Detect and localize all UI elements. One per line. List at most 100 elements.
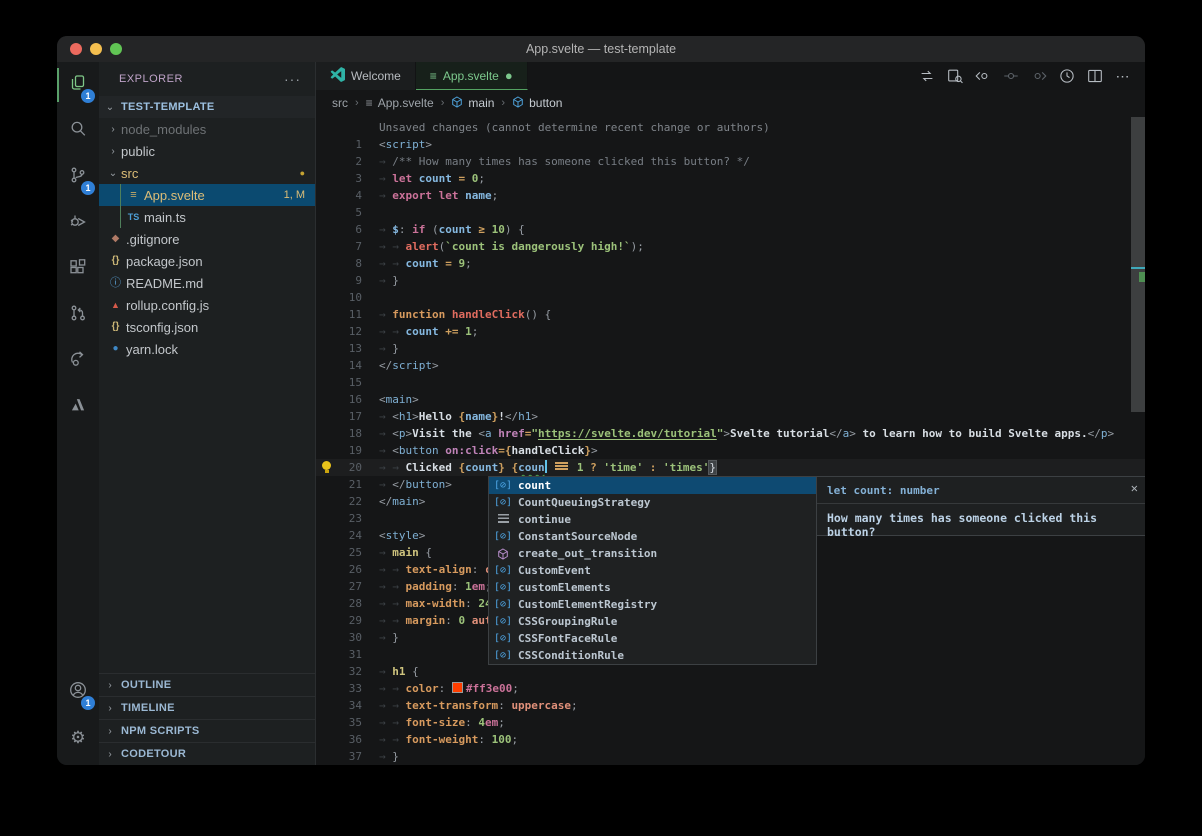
activity-bar-pull-requests[interactable] [57,292,99,338]
suggestion-create_out_transition[interactable]: create_out_transition [489,545,816,562]
minimize-window-button[interactable] [90,43,102,55]
code-line-2[interactable]: 2→/** How many times has someone clicked… [316,153,1145,170]
open-changes-icon[interactable] [915,64,939,88]
code-line-33[interactable]: 33→→color: #ff3e00; [316,680,1145,697]
activity-bar-explorer[interactable]: 1 [57,62,99,108]
activity-bar-extensions[interactable] [57,246,99,292]
chevron-right-icon: › [103,726,117,737]
code-line-9[interactable]: 9→} [316,272,1145,289]
suggestion-cssconditionrule[interactable]: [⊘]CSSConditionRule [489,647,816,664]
next-change-icon[interactable] [1027,64,1051,88]
code-line-18[interactable]: 18→<p>Visit the <a href="https://svelte.… [316,425,1145,442]
activity-bar-azure[interactable] [57,384,99,430]
code-line-13[interactable]: 13→} [316,340,1145,357]
activity-bar-source-control[interactable]: 1 [57,154,99,200]
code-line-32[interactable]: 32→h1 { [316,663,1145,680]
code-line-20[interactable]: 20→→Clicked {count} {coun 1 ? 'time' : '… [316,459,1145,476]
file-app-svelte[interactable]: ≡App.svelte1, M [99,184,315,206]
section-outline[interactable]: ›OUTLINE [99,673,315,696]
vertical-scrollbar[interactable] [1131,116,1145,765]
code-line-3[interactable]: 3→let count = 0; [316,170,1145,187]
line-number: 5 [338,204,362,221]
tab-app-svelte[interactable]: ≡App.svelte● [416,62,528,90]
breadcrumb-main[interactable]: main [451,96,494,111]
code-line-12[interactable]: 12→→count += 1; [316,323,1145,340]
activity-bar-search[interactable] [57,108,99,154]
line-number: 4 [338,187,362,204]
line-number: 19 [338,442,362,459]
code-line-1[interactable]: 1<script> [316,136,1145,153]
lightbulb-icon[interactable] [322,461,331,470]
section-codetour[interactable]: ›CODETOUR [99,742,315,765]
screen: App.svelte — test-template 11 1⚙ EXPLORE… [0,0,1202,836]
code-line-37[interactable]: 37→} [316,748,1145,765]
title-bar[interactable]: App.svelte — test-template [57,36,1145,62]
suggestion-countqueuingstrategy[interactable]: [⊘]CountQueuingStrategy [489,494,816,511]
symbol-variable-icon: [⊘] [493,565,513,576]
code-line-7[interactable]: 7→→alert(`count is dangerously high!`); [316,238,1145,255]
code-line-6[interactable]: 6→$: if (count ≥ 10) { [316,221,1145,238]
more-actions-icon[interactable]: ⋯ [1111,64,1135,88]
code-line-11[interactable]: 11→function handleClick() { [316,306,1145,323]
zoom-window-button[interactable] [110,43,122,55]
suggestion-continue[interactable]: continue [489,511,816,528]
file-readme-md[interactable]: ⓘREADME.md [99,272,315,294]
activity-bar-live-share[interactable] [57,338,99,384]
breadcrumb-app-svelte[interactable]: ≡App.svelte [366,96,434,110]
code-line-19[interactable]: 19→<button on:click={handleClick}> [316,442,1145,459]
split-editor-icon[interactable] [1083,64,1107,88]
line-number: 6 [338,221,362,238]
file-yarn-lock[interactable]: ●yarn.lock [99,338,315,360]
code-line-10[interactable]: 10 [316,289,1145,306]
code-line-16[interactable]: 16<main> [316,391,1145,408]
code-line-4[interactable]: 4→export let name; [316,187,1145,204]
code-line-17[interactable]: 17→<h1>Hello {name}!</h1> [316,408,1145,425]
file-public[interactable]: ›public [99,140,315,162]
workspace-section-header[interactable]: ⌄ TEST-TEMPLATE [99,96,315,118]
file-node-modules[interactable]: ›node_modules [99,118,315,140]
activity-bar-settings[interactable]: ⚙ [57,715,99,761]
breadcrumb-separator: › [355,97,359,109]
breadcrumb-src[interactable]: src [332,96,348,110]
section-npm-scripts[interactable]: ›NPM SCRIPTS [99,719,315,742]
file-main-ts[interactable]: TSmain.ts [99,206,315,228]
breadcrumb-button[interactable]: button [512,96,562,111]
code-editor[interactable]: Unsaved changes (cannot determine recent… [316,116,1145,765]
file-package-json[interactable]: {}package.json [99,250,315,272]
file-tsconfig-json[interactable]: {}tsconfig.json [99,316,315,338]
close-window-button[interactable] [70,43,82,55]
chevron-right-icon: › [103,680,117,691]
symbol-variable-icon: [⊘] [493,582,513,593]
file-src[interactable]: ⌄src● [99,162,315,184]
unchanged-indicator-icon[interactable] [999,64,1023,88]
suggestion-constantsourcenode[interactable]: [⊘]ConstantSourceNode [489,528,816,545]
suggestion-count[interactable]: [⊘]count [489,477,816,494]
file--gitignore[interactable]: ◆.gitignore [99,228,315,250]
line-number: 32 [338,663,362,680]
suggestion-cssgroupingrule[interactable]: [⊘]CSSGroupingRule [489,613,816,630]
suggestion-customelementregistry[interactable]: [⊘]CustomElementRegistry [489,596,816,613]
code-line-5[interactable]: 5 [316,204,1145,221]
color-swatch[interactable] [452,682,463,693]
activity-bar-run-debug[interactable] [57,200,99,246]
code-line-34[interactable]: 34→→text-transform: uppercase; [316,697,1145,714]
open-preview-icon[interactable] [943,64,967,88]
code-line-8[interactable]: 8→→count = 9; [316,255,1145,272]
section-timeline[interactable]: ›TIMELINE [99,696,315,719]
suggestion-cssfontfacerule[interactable]: [⊘]CSSFontFaceRule [489,630,816,647]
suggestion-customevent[interactable]: [⊘]CustomEvent [489,562,816,579]
code-line-15[interactable]: 15 [316,374,1145,391]
code-line-35[interactable]: 35→→font-size: 4em; [316,714,1145,731]
rollup-file-icon: ▲ [107,294,124,317]
file-rollup-config-js[interactable]: ▲rollup.config.js [99,294,315,316]
explorer-more-actions-icon[interactable]: ··· [284,71,301,87]
tab-welcome[interactable]: Welcome [316,62,416,90]
code-line-14[interactable]: 14</script> [316,357,1145,374]
scrollbar-slider[interactable] [1131,117,1145,412]
symbol-keyword-icon [493,514,513,526]
suggestion-customelements[interactable]: [⊘]customElements [489,579,816,596]
previous-change-icon[interactable] [971,64,995,88]
activity-bar-accounts[interactable]: 1 [57,669,99,715]
timeline-history-icon[interactable] [1055,64,1079,88]
code-line-36[interactable]: 36→→font-weight: 100; [316,731,1145,748]
